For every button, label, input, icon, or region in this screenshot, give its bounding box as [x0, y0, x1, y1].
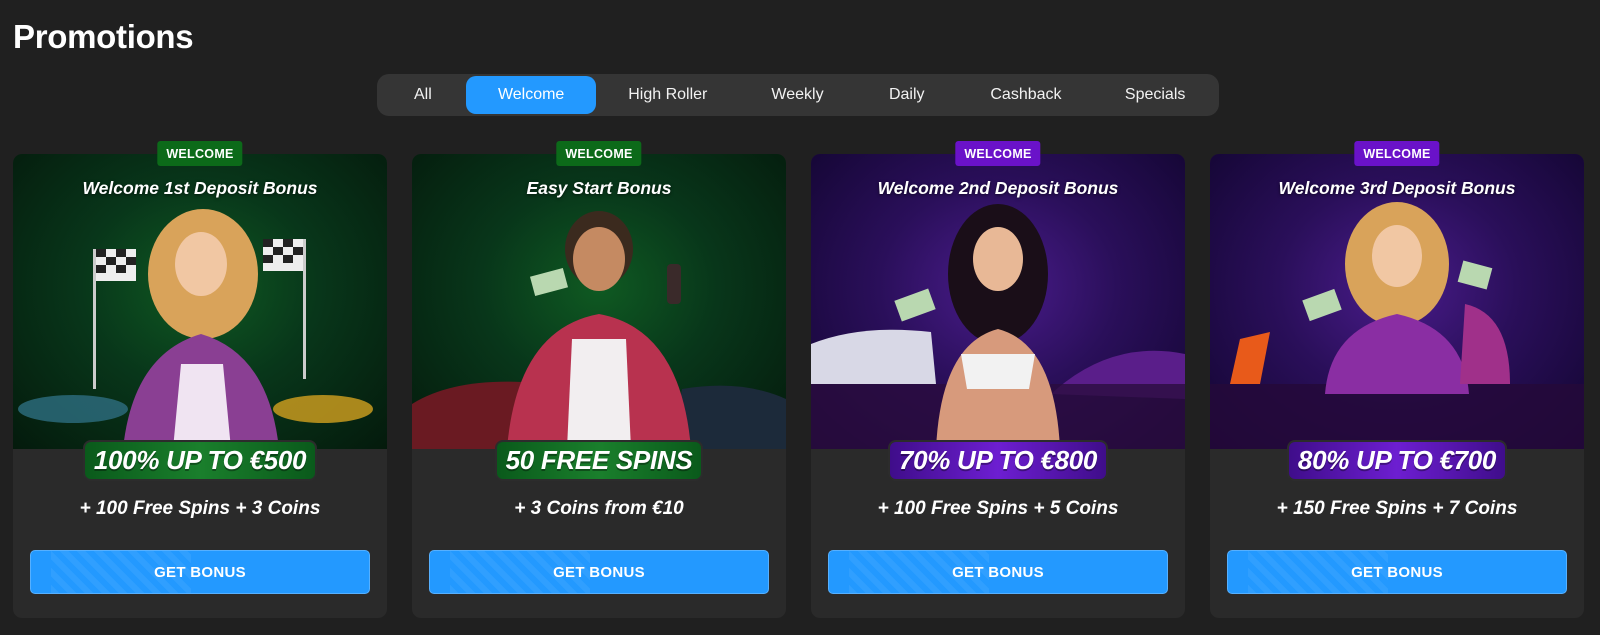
promo-title: Welcome 3rd Deposit Bonus — [1278, 178, 1516, 198]
welcome-badge: WELCOME — [556, 141, 642, 166]
promo-card-2: WELCOME Easy Start Bonus 50 FREE SPINS +… — [412, 141, 786, 618]
get-bonus-button[interactable]: GET BONUS — [828, 550, 1168, 594]
page-title: Promotions — [13, 18, 194, 55]
get-bonus-button[interactable]: GET BONUS — [1227, 550, 1567, 594]
promo-title: Easy Start Bonus — [526, 178, 672, 198]
tab-weekly[interactable]: Weekly — [739, 76, 856, 114]
promo-card-4: WELCOME Welcome 3rd Deposit Bonus 80% UP… — [1210, 141, 1584, 618]
promo-tabs: All Welcome High Roller Weekly Daily Cas… — [377, 74, 1219, 116]
promo-card-3: WELCOME Welcome 2nd Deposit Bonus 70% UP… — [811, 141, 1185, 618]
tab-cashback[interactable]: Cashback — [958, 76, 1095, 114]
bonus-extra: + 100 Free Spins + 3 Coins — [79, 498, 321, 519]
bonus-extra: + 3 Coins from €10 — [514, 498, 684, 519]
promo-title: Welcome 1st Deposit Bonus — [82, 178, 318, 198]
bonus-amount: 100% UP TO €500 — [82, 440, 318, 481]
bonus-extra: + 100 Free Spins + 5 Coins — [877, 498, 1119, 519]
tab-all[interactable]: All — [380, 76, 466, 114]
tab-high-roller[interactable]: High Roller — [596, 76, 739, 114]
get-bonus-button[interactable]: GET BONUS — [429, 550, 769, 594]
tab-specials[interactable]: Specials — [1094, 76, 1216, 114]
tab-welcome[interactable]: Welcome — [465, 76, 597, 114]
get-bonus-button[interactable]: GET BONUS — [30, 550, 370, 594]
welcome-badge: WELCOME — [157, 141, 243, 166]
bonus-amount: 80% UP TO €700 — [1286, 440, 1508, 481]
promo-card-1: WELCOME Welcome 1st Deposit Bonus 100% U… — [13, 141, 387, 618]
promo-title: Welcome 2nd Deposit Bonus — [877, 178, 1119, 198]
welcome-badge: WELCOME — [1354, 141, 1440, 166]
welcome-badge: WELCOME — [955, 141, 1041, 166]
bonus-extra: + 150 Free Spins + 7 Coins — [1276, 498, 1518, 519]
tab-daily[interactable]: Daily — [856, 76, 958, 114]
bonus-amount: 70% UP TO €800 — [887, 440, 1109, 481]
bonus-amount: 50 FREE SPINS — [494, 440, 704, 481]
